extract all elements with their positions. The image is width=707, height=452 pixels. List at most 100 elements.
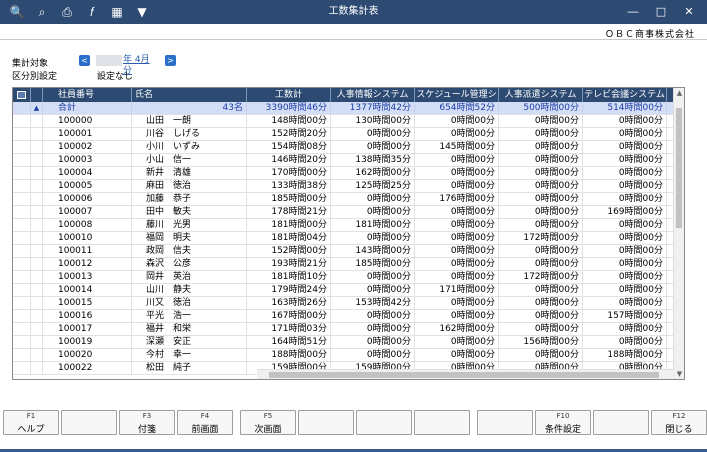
table-row[interactable]: 100016 平光 浩一 167時間00分 0時間00分 0時間00分 0時間00分 157… — [13, 310, 674, 323]
hours-cell: 0時間00分 — [415, 115, 499, 127]
employee-code-cell: 100011 — [43, 245, 132, 257]
employee-name-cell: 松田 純子 — [132, 362, 247, 374]
fkey-empty-button[interactable] — [477, 410, 533, 435]
close-button[interactable]: ✕ — [675, 0, 703, 24]
table-row[interactable]: 100013 岡井 英治 181時間10分 0時間00分 0時間00分 172時間00分 0… — [13, 271, 674, 284]
fkey-f4-button[interactable]: F4 前画面 — [177, 410, 233, 435]
fkey-f5-button[interactable]: F5 次画面 — [240, 410, 296, 435]
table-row[interactable]: 100007 田中 敏夫 178時間21分 0時間00分 0時間00分 0時間00分 169… — [13, 206, 674, 219]
header-col-1[interactable]: 人事情報システム — [331, 88, 415, 102]
horizontal-scroll-thumb[interactable] — [269, 372, 659, 378]
total-hours-cell: 164時間51分 — [247, 336, 331, 348]
header-col-2[interactable]: スケジュール管理シ — [415, 88, 499, 102]
table-row[interactable]: 100008 藤川 光男 181時間00分 181時間00分 0時間00分 0時間00分 0… — [13, 219, 674, 232]
period-selector[interactable]: 年 4月分 — [96, 55, 156, 76]
horizontal-scrollbar[interactable] — [257, 369, 674, 379]
employee-name-cell: 新井 清雄 — [132, 167, 247, 179]
data-grid[interactable]: 社員番号 氏名 工数計 人事情報システム スケジュール管理シ 人事派遣システム … — [12, 87, 685, 380]
row-selector[interactable] — [13, 271, 31, 283]
header-employee-code[interactable]: 社員番号 — [43, 88, 132, 102]
row-indent — [31, 219, 43, 231]
fkey-empty-button[interactable] — [356, 410, 412, 435]
row-selector[interactable] — [13, 336, 31, 348]
row-selector[interactable] — [13, 284, 31, 296]
fkey-empty-button[interactable] — [593, 410, 649, 435]
hours-cell: 0時間00分 — [499, 323, 583, 335]
row-selector[interactable] — [13, 297, 31, 309]
total-value: 654時間52分 — [415, 102, 499, 114]
row-selector[interactable] — [13, 232, 31, 244]
table-row[interactable]: 100003 小山 信一 146時間20分 138時間35分 0時間00分 0時間00分 0… — [13, 154, 674, 167]
fkey-empty-button[interactable] — [61, 410, 117, 435]
table-row[interactable]: 100019 深瀬 安正 164時間51分 0時間00分 0時間00分 156時間00分 0… — [13, 336, 674, 349]
header-col-3[interactable]: 人事派遣システム — [499, 88, 583, 102]
hours-cell: 0時間00分 — [415, 336, 499, 348]
fkey-f3-button[interactable]: F3 付箋 — [119, 410, 175, 435]
header-name[interactable]: 氏名 — [132, 88, 247, 102]
row-selector[interactable] — [13, 206, 31, 218]
table-row[interactable]: 100005 麻田 徳治 133時間38分 125時間25分 0時間00分 0時間00分 0… — [13, 180, 674, 193]
vertical-scrollbar[interactable]: ▲ ▼ — [673, 88, 684, 379]
employee-code-cell: 100014 — [43, 284, 132, 296]
fkey-number: F1 — [26, 412, 36, 420]
employee-code-cell: 100010 — [43, 232, 132, 244]
table-row[interactable]: 100006 加藤 恭子 185時間00分 0時間00分 176時間00分 0時間00分 0… — [13, 193, 674, 206]
next-period-button[interactable]: > — [165, 55, 176, 66]
fkey-f10-button[interactable]: F10 条件設定 — [535, 410, 591, 435]
table-row[interactable]: 100002 小川 いずみ 154時間08分 0時間00分 145時間00分 0時間00分… — [13, 141, 674, 154]
row-selector[interactable] — [13, 167, 31, 179]
row-indent — [31, 284, 43, 296]
target-label: 集計対象 — [12, 59, 49, 69]
row-selector[interactable] — [13, 180, 31, 192]
vertical-scroll-thumb[interactable] — [676, 108, 682, 228]
maximize-button[interactable]: □ — [647, 0, 675, 24]
row-selector[interactable] — [13, 193, 31, 205]
table-row[interactable]: 100020 今村 幸一 188時間00分 0時間00分 0時間00分 0時間00分 188… — [13, 349, 674, 362]
table-row[interactable]: 100015 川又 徳治 163時間26分 153時間42分 0時間00分 0時間00分 0… — [13, 297, 674, 310]
minimize-button[interactable]: ― — [619, 0, 647, 24]
fkey-f1-button[interactable]: F1 ヘルプ — [3, 410, 59, 435]
table-row[interactable]: 100014 山川 静夫 179時間24分 0時間00分 171時間00分 0時間00分 0… — [13, 284, 674, 297]
table-row[interactable]: 100001 川谷 しげる 152時間20分 0時間00分 0時間00分 0時間00分 0時… — [13, 128, 674, 141]
row-selector[interactable] — [13, 219, 31, 231]
hours-cell: 0時間00分 — [583, 284, 667, 296]
hours-cell: 0時間00分 — [331, 284, 415, 296]
table-row[interactable]: 100017 福井 和栄 171時間03分 0時間00分 162時間00分 0時間00分 0… — [13, 323, 674, 336]
total-row[interactable]: ▲ 合計 43名 3390時間46分 1377時間42分 654時間52分 500時間00分… — [13, 102, 674, 115]
prev-period-button[interactable]: < — [79, 55, 90, 66]
row-selector[interactable] — [13, 245, 31, 257]
employee-code-cell: 100022 — [43, 362, 132, 374]
table-row[interactable]: 100004 新井 清雄 170時間00分 162時間00分 0時間00分 0時間00分 0… — [13, 167, 674, 180]
row-selector[interactable] — [13, 128, 31, 140]
scroll-down-icon[interactable]: ▼ — [674, 369, 684, 379]
row-selector[interactable] — [13, 141, 31, 153]
hours-cell: 0時間00分 — [583, 193, 667, 205]
expand-icon[interactable]: ▲ — [31, 102, 43, 114]
grid-menu-icon[interactable] — [17, 91, 26, 99]
row-selector[interactable] — [13, 323, 31, 335]
fkey-empty-button[interactable] — [414, 410, 470, 435]
row-selector[interactable] — [13, 115, 31, 127]
scroll-up-icon[interactable]: ▲ — [674, 88, 684, 98]
grid-header: 社員番号 氏名 工数計 人事情報システム スケジュール管理シ 人事派遣システム … — [13, 88, 674, 102]
table-row[interactable]: 100011 政岡 信夫 152時間00分 143時間00分 0時間00分 0時間00分 0… — [13, 245, 674, 258]
table-row[interactable]: 100012 森沢 公彦 193時間21分 185時間00分 0時間00分 0時間00分 0… — [13, 258, 674, 271]
table-row[interactable]: 100010 福岡 明夫 181時間04分 0時間00分 0時間00分 172時間00分 0… — [13, 232, 674, 245]
fkey-empty-button[interactable] — [298, 410, 354, 435]
total-value: 514時間00分 — [583, 102, 667, 114]
total-hours-cell: 133時間38分 — [247, 180, 331, 192]
total-value: 1377時間42分 — [331, 102, 415, 114]
row-selector[interactable] — [13, 154, 31, 166]
hours-cell: 0時間00分 — [499, 180, 583, 192]
table-row[interactable]: 100000 山田 一朗 148時間00分 130時間00分 0時間00分 0時間00分 0… — [13, 115, 674, 128]
row-selector[interactable] — [13, 362, 31, 374]
row-selector[interactable] — [13, 258, 31, 270]
header-total[interactable]: 工数計 — [247, 88, 331, 102]
header-col-4[interactable]: テレビ会議システム — [583, 88, 667, 102]
row-selector[interactable] — [13, 310, 31, 322]
row-selector[interactable] — [13, 102, 31, 114]
fkey-f12-button[interactable]: F12 閉じる — [651, 410, 707, 435]
row-selector[interactable] — [13, 349, 31, 361]
select-all-corner[interactable] — [13, 88, 31, 102]
row-indent — [31, 128, 43, 140]
